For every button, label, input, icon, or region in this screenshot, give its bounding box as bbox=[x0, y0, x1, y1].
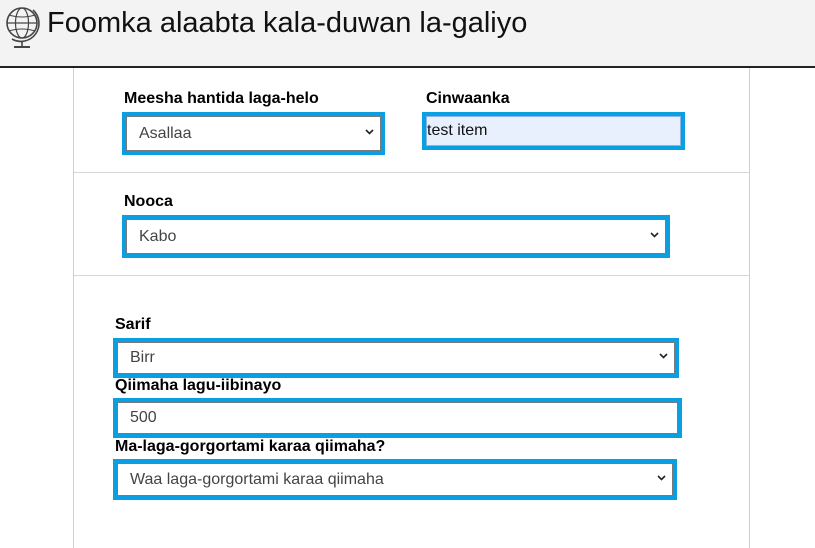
chevron-down-icon bbox=[365, 127, 374, 136]
chevron-down-icon bbox=[659, 351, 668, 360]
page-title: Foomka alaabta kala-duwan la-galiyo bbox=[47, 7, 528, 39]
app-header: Foomka alaabta kala-duwan la-galiyo bbox=[0, 0, 815, 68]
type-value: Kabo bbox=[139, 227, 177, 245]
currency-label: Sarif bbox=[115, 316, 151, 333]
chevron-down-icon bbox=[657, 473, 666, 482]
lost-location-label: Meesha hantida laga-helo bbox=[124, 90, 319, 107]
type-select[interactable]: Kabo bbox=[122, 215, 670, 258]
title-label: Cinwaanka bbox=[426, 90, 510, 107]
title-input[interactable]: test item bbox=[422, 112, 685, 150]
row-divider bbox=[74, 275, 749, 276]
asking-price-input[interactable]: 500 bbox=[113, 398, 682, 438]
title-input-value: test item bbox=[427, 122, 488, 139]
negotiable-value: Waa laga-gorgortami karaa qiimaha bbox=[130, 470, 384, 488]
lost-location-select[interactable]: Asallaa bbox=[122, 112, 385, 155]
currency-value: Birr bbox=[130, 349, 155, 366]
currency-select[interactable]: Birr bbox=[113, 338, 679, 378]
negotiable-label: Ma-laga-gorgortami karaa qiimaha? bbox=[115, 438, 386, 455]
globe-icon bbox=[6, 7, 40, 48]
negotiable-select[interactable]: Waa laga-gorgortami karaa qiimaha bbox=[113, 459, 677, 500]
asking-price-label: Qiimaha lagu-iibinayo bbox=[115, 377, 282, 394]
lost-location-value: Asallaa bbox=[139, 124, 192, 142]
asking-price-value: 500 bbox=[130, 409, 157, 426]
type-label: Nooca bbox=[124, 193, 173, 210]
row-divider bbox=[74, 172, 749, 173]
chevron-down-icon bbox=[650, 230, 659, 239]
